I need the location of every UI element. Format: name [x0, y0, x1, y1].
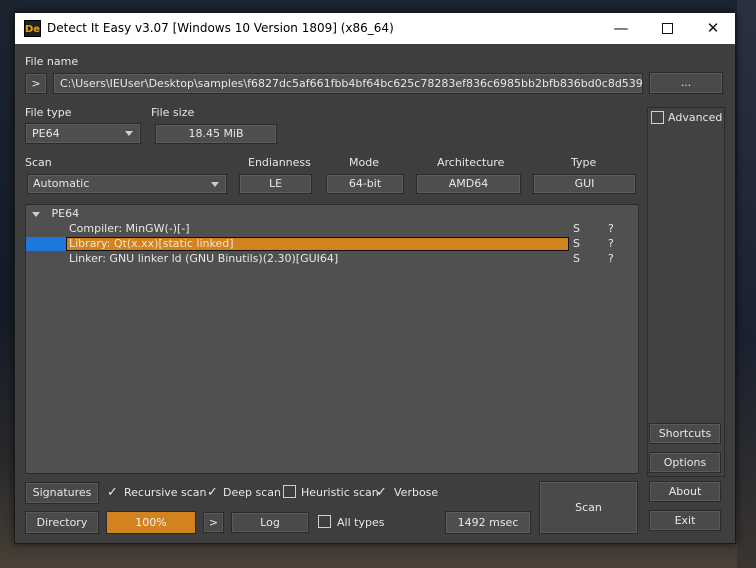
tree-item-linker-info[interactable]: ? [608, 252, 614, 265]
mode-value: 64-bit [326, 174, 404, 194]
recursive-scan-checkbox[interactable]: ✓ [107, 486, 118, 499]
scan-mode-value: Automatic [33, 177, 90, 190]
scan-mode-select[interactable]: Automatic [27, 174, 227, 194]
results-tree[interactable]: PE64 Compiler: MinGW(-)[-] S ? Library: … [25, 204, 639, 474]
scan-time-value: 1492 msec [445, 511, 531, 534]
tree-item-compiler[interactable]: Compiler: MinGW(-)[-] [69, 222, 190, 235]
deep-scan-checkbox[interactable]: ✓ [207, 486, 218, 499]
close-button[interactable]: ✕ [690, 13, 736, 44]
minimize-icon: — [613, 19, 629, 37]
tree-item-compiler-info[interactable]: ? [608, 222, 614, 235]
scan-button[interactable]: Scan [539, 481, 638, 534]
all-types-label: All types [337, 516, 385, 529]
next-arrow-button[interactable]: > [203, 512, 224, 533]
heuristic-scan-checkbox[interactable] [283, 485, 296, 498]
progress-bar: 100% [106, 511, 196, 534]
shortcuts-button[interactable]: Shortcuts [649, 423, 721, 444]
app-icon: De [24, 20, 41, 37]
architecture-label: Architecture [437, 156, 505, 169]
tree-item-linker-s[interactable]: S [573, 252, 580, 265]
desktop-background [737, 0, 756, 568]
window-title: Detect It Easy v3.07 [Windows 10 Version… [47, 21, 394, 35]
tree-item-linker[interactable]: Linker: GNU linker ld (GNU Binutils)(2.3… [69, 252, 338, 265]
main-window: De Detect It Easy v3.07 [Windows 10 Vers… [14, 12, 736, 544]
scan-label: Scan [25, 156, 52, 169]
file-menu-arrow-button[interactable]: > [25, 73, 47, 94]
log-button[interactable]: Log [231, 512, 309, 533]
tree-item-compiler-s[interactable]: S [573, 222, 580, 235]
tree-item-library[interactable]: Library: Qt(x.xx)[static linked] [66, 237, 569, 251]
advanced-label: Advanced [668, 111, 723, 124]
chevron-down-icon [211, 182, 219, 187]
endianness-value: LE [239, 174, 312, 194]
about-button[interactable]: About [649, 481, 721, 502]
verbose-checkbox[interactable]: ✓ [376, 486, 387, 499]
file-type-label: File type [25, 106, 72, 119]
recursive-scan-label: Recursive scan [124, 486, 207, 499]
browse-button[interactable]: ... [649, 72, 723, 94]
file-type-value: PE64 [32, 127, 60, 140]
side-panel [647, 107, 725, 477]
mode-label: Mode [349, 156, 379, 169]
tree-root[interactable]: PE64 [32, 207, 79, 220]
advanced-checkbox[interactable] [651, 111, 664, 124]
maximize-icon [661, 23, 673, 34]
exit-button[interactable]: Exit [649, 510, 721, 531]
file-type-select[interactable]: PE64 [25, 123, 141, 144]
endianness-label: Endianness [248, 156, 311, 169]
heuristic-scan-label: Heuristic scan [301, 486, 379, 499]
all-types-checkbox[interactable] [318, 515, 331, 528]
signatures-button[interactable]: Signatures [25, 482, 99, 504]
options-button[interactable]: Options [649, 452, 721, 473]
tree-item-library-info[interactable]: ? [608, 237, 614, 250]
type-label: Type [571, 156, 597, 169]
file-path-input[interactable]: C:\Users\IEUser\Desktop\samples\f6827dc5… [53, 73, 643, 94]
minimize-button[interactable]: — [598, 13, 644, 44]
deep-scan-label: Deep scan [223, 486, 281, 499]
file-name-label: File name [25, 55, 79, 68]
maximize-button[interactable] [644, 13, 690, 44]
architecture-value: AMD64 [416, 174, 521, 194]
file-size-value: 18.45 MiB [155, 124, 277, 144]
expand-arrow-icon [32, 211, 40, 217]
title-bar[interactable]: De Detect It Easy v3.07 [Windows 10 Vers… [15, 13, 735, 44]
verbose-label: Verbose [394, 486, 439, 499]
close-icon: ✕ [706, 19, 720, 37]
tree-root-label: PE64 [51, 207, 80, 220]
progress-text: 100% [135, 516, 167, 529]
file-size-label: File size [151, 106, 195, 119]
selection-indicator [26, 237, 66, 251]
type-value: GUI [533, 174, 636, 194]
directory-button[interactable]: Directory [25, 511, 99, 534]
tree-item-library-s[interactable]: S [573, 237, 580, 250]
chevron-down-icon [125, 131, 133, 136]
